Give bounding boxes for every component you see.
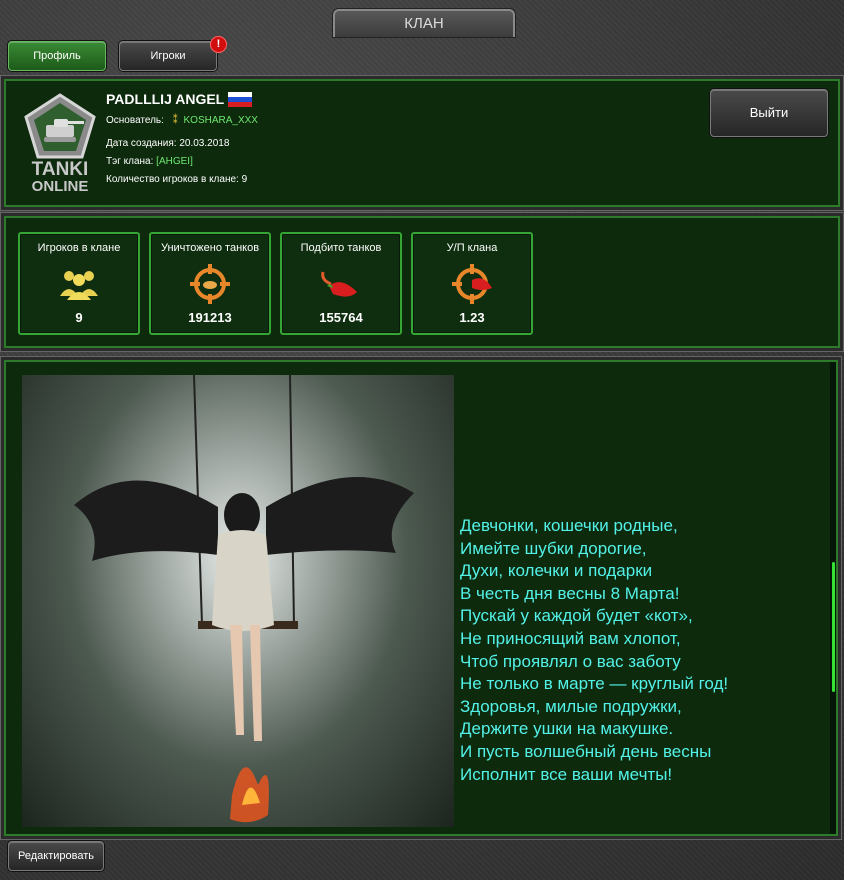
- tanki-online-logo: TANKI ONLINE: [14, 89, 106, 195]
- stat-label: Уничтожено танков: [160, 242, 260, 254]
- poem-line: В честь дня весны 8 Марта!: [460, 583, 680, 603]
- created-date: 20.03.2018: [179, 138, 230, 149]
- poem-line: Исполнит все ваши мечты!: [460, 764, 673, 784]
- poem-line: Духи, колечки и подарки: [460, 561, 653, 581]
- created-label: Дата создания:: [106, 138, 177, 149]
- rank-icon: ⁑: [172, 115, 178, 126]
- stat-label: У/П клана: [446, 242, 498, 254]
- pepper-icon: [319, 262, 363, 306]
- clan-info-panel: TANKI ONLINE PADLLLIJ ANGEL Основатель: …: [4, 79, 840, 207]
- poem-line: Пускай у каждой будет «кот»,: [460, 606, 693, 626]
- window-title: КЛАН: [333, 9, 515, 37]
- leave-clan-button[interactable]: Выйти: [710, 89, 828, 137]
- clan-tag: [AHGEI]: [156, 156, 193, 167]
- tab-players[interactable]: Игроки: [119, 41, 217, 71]
- crosshair-destroyed-icon: [188, 262, 232, 306]
- founder-label: Основатель:: [106, 115, 164, 126]
- angel-swing-image: [22, 375, 454, 827]
- founder-name[interactable]: KOSHARA_XXX: [184, 115, 258, 126]
- stat-value: 155764: [319, 310, 363, 325]
- poem-line: Имейте шубки дорогие,: [460, 538, 647, 558]
- stat-card-hit: Подбито танков 155764: [280, 232, 402, 335]
- russia-flag-icon: [228, 92, 252, 107]
- crosshair-pepper-icon: [450, 262, 494, 306]
- players-count: 9: [241, 174, 248, 185]
- poem-line: Не приносящий вам хлопот,: [460, 628, 681, 648]
- stats-panel: Игроков в клане 9 Уничтожено танков 1912…: [4, 216, 840, 348]
- poem-line: Не только в марте — круглый год!: [460, 674, 729, 694]
- description-scrollbar[interactable]: [830, 362, 836, 834]
- tab-profile[interactable]: Профиль: [8, 41, 106, 71]
- stat-value: 9: [75, 310, 83, 325]
- clan-name: PADLLLIJ ANGEL: [106, 91, 225, 107]
- scrollbar-thumb[interactable]: [832, 562, 835, 692]
- tag-label: Тэг клана:: [106, 156, 154, 167]
- stat-card-destroyed: Уничтожено танков 191213: [149, 232, 271, 335]
- stat-value: 1.23: [459, 310, 485, 325]
- tag-row: Тэг клана: [AHGEI]: [106, 156, 193, 167]
- poem-line: И пусть волшебный день весны: [460, 741, 712, 761]
- poem-line: Держите ушки на макушке.: [460, 719, 674, 739]
- players-count-label: Количество игроков в клане:: [106, 174, 239, 185]
- stat-label: Игроков в клане: [37, 242, 121, 254]
- logo-text-bottom: ONLINE: [32, 178, 89, 193]
- stat-card-players: Игроков в клане 9: [18, 232, 140, 335]
- poem-line: Здоровья, милые подружки,: [460, 696, 682, 716]
- founder-row: Основатель: ⁑ KOSHARA_XXX: [106, 115, 258, 126]
- notification-badge: !: [210, 36, 227, 53]
- stat-card-ratio: У/П клана 1.23: [411, 232, 533, 335]
- poem-line: Чтоб проявлял о вас заботу: [460, 651, 681, 671]
- clan-description-poem: Девчонки, кошечки родные, Имейте шубки д…: [460, 515, 790, 786]
- logo-text-top: TANKI: [32, 159, 89, 180]
- edit-button[interactable]: Редактировать: [8, 841, 104, 871]
- players-icon: [57, 262, 101, 306]
- clan-description-panel: Девчонки, кошечки родные, Имейте шубки д…: [4, 360, 838, 836]
- stat-value: 191213: [188, 310, 232, 325]
- poem-line: Девчонки, кошечки родные,: [460, 516, 678, 535]
- players-count-row: Количество игроков в клане: 9: [106, 174, 247, 185]
- stat-label: Подбито танков: [300, 242, 382, 254]
- created-row: Дата создания: 20.03.2018: [106, 138, 229, 149]
